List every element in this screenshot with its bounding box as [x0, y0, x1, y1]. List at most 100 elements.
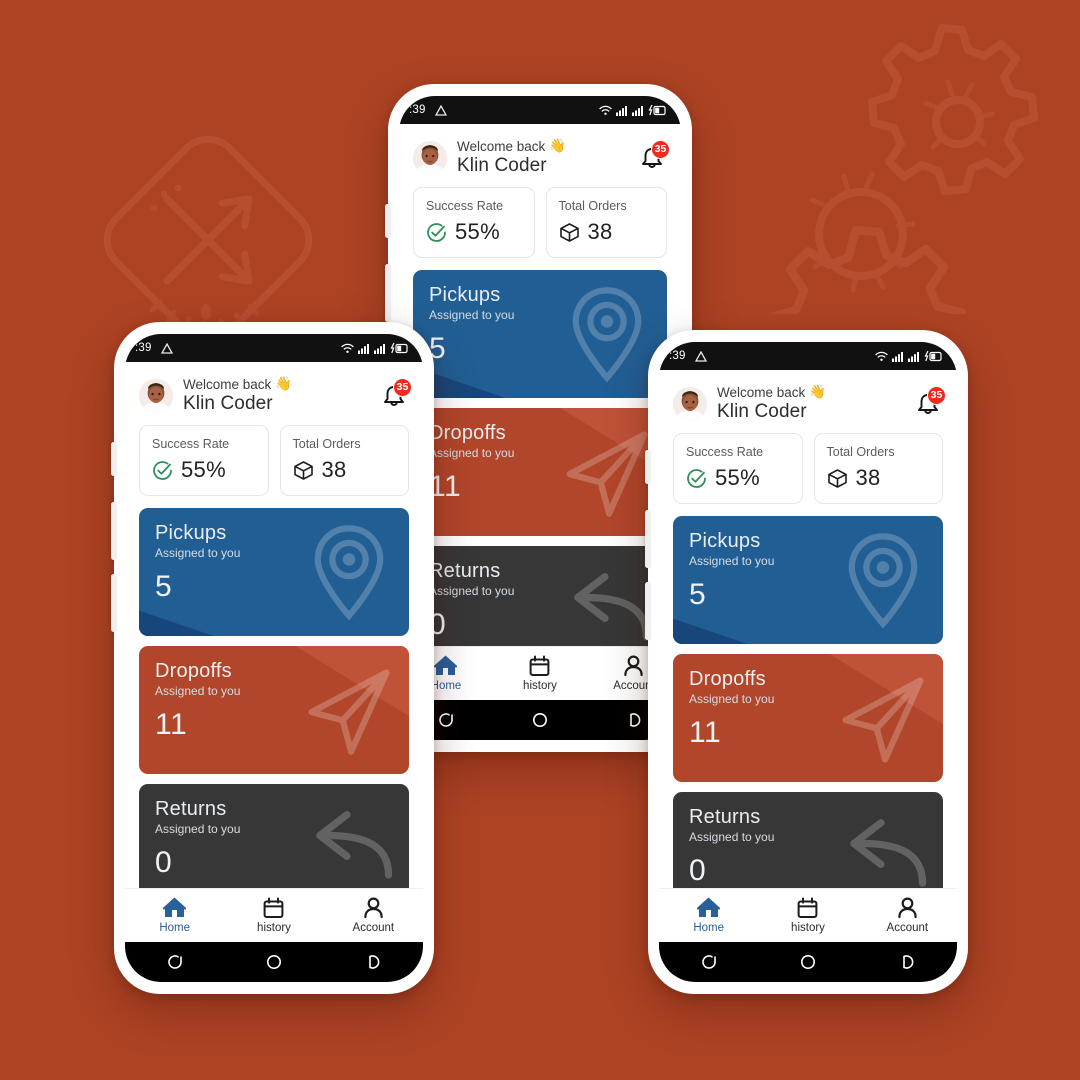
stat-card-success-rate[interactable]: Success Rate 55%: [673, 433, 803, 504]
notification-button[interactable]: 35: [913, 385, 946, 419]
nav-item-history[interactable]: history: [493, 655, 586, 692]
card-title: Pickups: [429, 284, 501, 306]
stat-label: Success Rate: [152, 437, 230, 451]
status-bar: :39: [659, 342, 957, 370]
stats-row: Success Rate 55% Total Orders 38: [399, 187, 681, 270]
user-name: Klin Coder: [457, 155, 547, 176]
notification-button[interactable]: 35: [637, 139, 670, 173]
card-title: Dropoffs: [689, 668, 766, 690]
card-dropoffs[interactable]: Dropoffs Assigned to you 11: [413, 408, 667, 536]
back-button[interactable]: [897, 952, 917, 972]
nav-item-home[interactable]: Home: [660, 897, 758, 934]
person-icon: [624, 655, 644, 677]
status-bar-time: :39: [409, 104, 426, 116]
bottom-navigation: Home history Account: [659, 888, 957, 942]
action-cards: Pickups Assigned to you 5 Dropoffs Assig…: [659, 516, 957, 888]
stat-label: Success Rate: [686, 445, 764, 459]
wifi-icon: [599, 105, 612, 115]
stat-card-success-rate[interactable]: Success Rate 55%: [139, 425, 269, 496]
nav-item-account[interactable]: Account: [858, 897, 956, 934]
nav-item-account[interactable]: Account: [324, 897, 422, 934]
nav-label: Home: [693, 922, 724, 934]
nav-label: history: [791, 922, 825, 934]
stat-card-success-rate[interactable]: Success Rate 55%: [413, 187, 535, 258]
card-pickups[interactable]: Pickups Assigned to you 5: [673, 516, 943, 644]
person-icon: [364, 897, 383, 919]
card-title: Returns: [155, 798, 227, 820]
bottom-navigation: Home history Account: [399, 646, 681, 700]
card-pickups[interactable]: Pickups Assigned to you 5: [139, 508, 409, 636]
welcome-greeting-text: Welcome back: [717, 384, 806, 400]
battery-charging-icon: [924, 350, 942, 361]
bottom-navigation: Home history Account: [125, 888, 423, 942]
signal-icon: [374, 343, 385, 354]
recents-button[interactable]: [165, 952, 185, 972]
card-title: Pickups: [155, 522, 227, 544]
phone-screen: :39 Welcome back 👋 Klin Coder 35 Success…: [125, 334, 423, 982]
card-count: 5: [155, 570, 173, 603]
app-header: Welcome back 👋 Klin Coder 35: [399, 124, 681, 187]
card-returns[interactable]: Returns Assigned to you 0: [139, 784, 409, 888]
back-button[interactable]: [363, 952, 383, 972]
wifi-icon: [341, 343, 354, 353]
action-cards: Pickups Assigned to you 5 Dropoffs Assig…: [125, 508, 423, 888]
card-count: 11: [689, 716, 722, 749]
avatar: [673, 386, 707, 421]
card-pickups[interactable]: Pickups Assigned to you 5: [413, 270, 667, 398]
package-box-icon: [559, 222, 579, 242]
card-subtitle: Assigned to you: [155, 546, 241, 560]
home-button[interactable]: [798, 952, 818, 972]
triangle-icon: [434, 104, 447, 116]
nav-label: Home: [159, 922, 190, 934]
home-button[interactable]: [264, 952, 284, 972]
phone-screen: :39 Welcome back 👋 Klin Coder 35 Success…: [659, 342, 957, 982]
stat-card-total-orders[interactable]: Total Orders 38: [279, 425, 409, 496]
nav-item-home[interactable]: Home: [126, 897, 224, 934]
card-title: Pickups: [689, 530, 761, 552]
stat-card-total-orders[interactable]: Total Orders 38: [813, 433, 943, 504]
back-button[interactable]: [624, 710, 644, 730]
card-dropoffs[interactable]: Dropoffs Assigned to you 11: [139, 646, 409, 774]
stat-card-total-orders[interactable]: Total Orders 38: [545, 187, 667, 258]
welcome-greeting: Welcome back 👋: [183, 376, 369, 392]
welcome-greeting: Welcome back 👋: [717, 384, 903, 400]
gears-doodle: [770, 24, 1038, 314]
signal-icon: [358, 343, 369, 354]
app-body: Welcome back 👋 Klin Coder 35 Success Rat…: [659, 370, 957, 982]
stat-label: Total Orders: [826, 445, 895, 459]
card-returns[interactable]: Returns Assigned to you 0: [673, 792, 943, 888]
app-header: Welcome back 👋 Klin Coder 35: [659, 370, 957, 433]
notification-badge: 35: [927, 385, 946, 405]
android-system-bar: [659, 942, 957, 982]
card-returns[interactable]: Returns Assigned to you 0: [413, 546, 667, 646]
nav-item-history[interactable]: history: [225, 897, 323, 934]
card-subtitle: Assigned to you: [689, 554, 775, 568]
notification-button[interactable]: 35: [379, 377, 412, 411]
welcome-text-block: Welcome back 👋 Klin Coder: [183, 376, 369, 415]
stats-row: Success Rate 55% Total Orders 38: [659, 433, 957, 516]
card-count: 0: [155, 846, 173, 879]
nav-item-history[interactable]: history: [759, 897, 857, 934]
phone-side-button: [645, 510, 650, 568]
welcome-greeting-text: Welcome back: [183, 376, 272, 392]
card-subtitle: Assigned to you: [429, 446, 515, 460]
recents-button[interactable]: [436, 710, 456, 730]
signal-icon: [908, 351, 919, 362]
action-cards: Pickups Assigned to you 5 Dropoffs Assig…: [399, 270, 681, 646]
card-title: Returns: [429, 560, 501, 582]
welcome-greeting: Welcome back 👋: [457, 138, 627, 154]
card-title: Dropoffs: [429, 422, 506, 444]
stat-value: 55%: [455, 219, 500, 244]
person-icon: [898, 897, 917, 919]
card-dropoffs[interactable]: Dropoffs Assigned to you 11: [673, 654, 943, 782]
phone-mockup-left: :39 Welcome back 👋 Klin Coder 35 Success…: [111, 322, 434, 994]
triangle-icon: [160, 342, 173, 354]
home-icon: [697, 897, 721, 917]
phone-side-button: [111, 502, 116, 560]
recents-button[interactable]: [699, 952, 719, 972]
check-circle-icon: [153, 460, 172, 480]
card-count: 11: [429, 470, 462, 503]
user-name: Klin Coder: [183, 393, 273, 414]
wave-hand-icon: 👋: [275, 376, 293, 391]
home-button[interactable]: [530, 710, 550, 730]
